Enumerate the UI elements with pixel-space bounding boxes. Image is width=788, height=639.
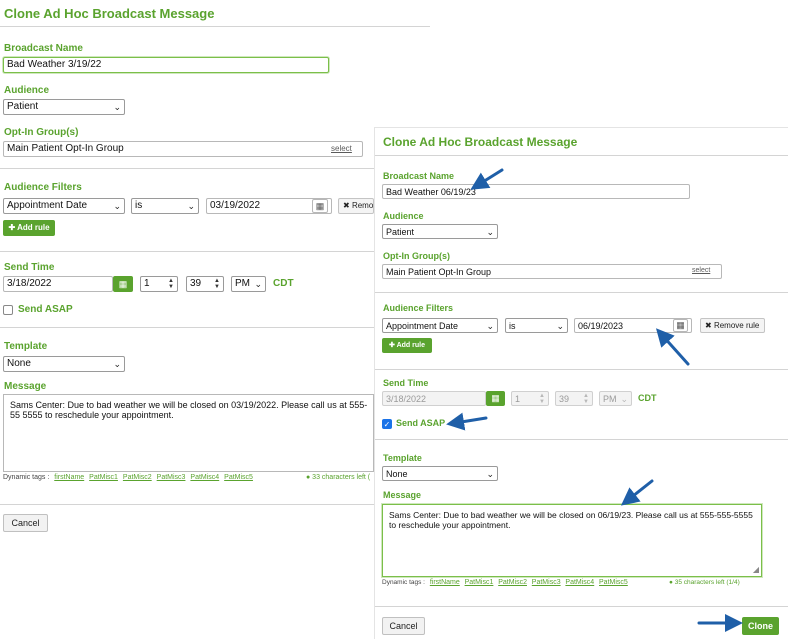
annotation-arrow-icon <box>620 479 654 506</box>
annotation-arrow-icon <box>470 168 504 190</box>
annotation-arrow-icon <box>655 328 690 366</box>
annotation-arrow-icon <box>446 412 488 431</box>
annotation-arrows <box>446 168 743 632</box>
